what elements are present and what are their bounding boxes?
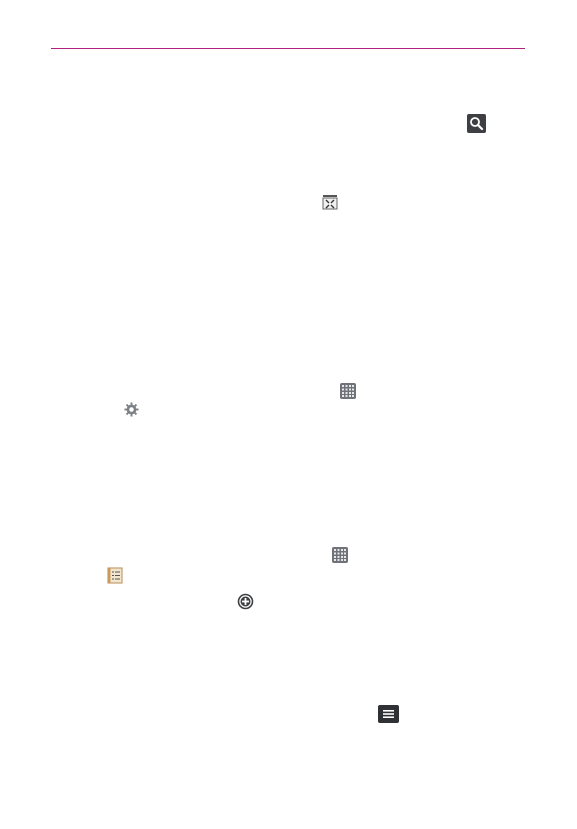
apps-grid-icon xyxy=(332,547,348,563)
settings-gear-icon xyxy=(124,402,139,417)
collapse-icon xyxy=(322,194,338,210)
apps-grid-icon xyxy=(340,383,356,399)
add-circle-icon xyxy=(237,593,254,610)
contacts-list-icon xyxy=(107,567,123,584)
header-rule xyxy=(51,48,525,49)
menu-icon xyxy=(378,705,399,723)
search-icon xyxy=(467,114,486,133)
